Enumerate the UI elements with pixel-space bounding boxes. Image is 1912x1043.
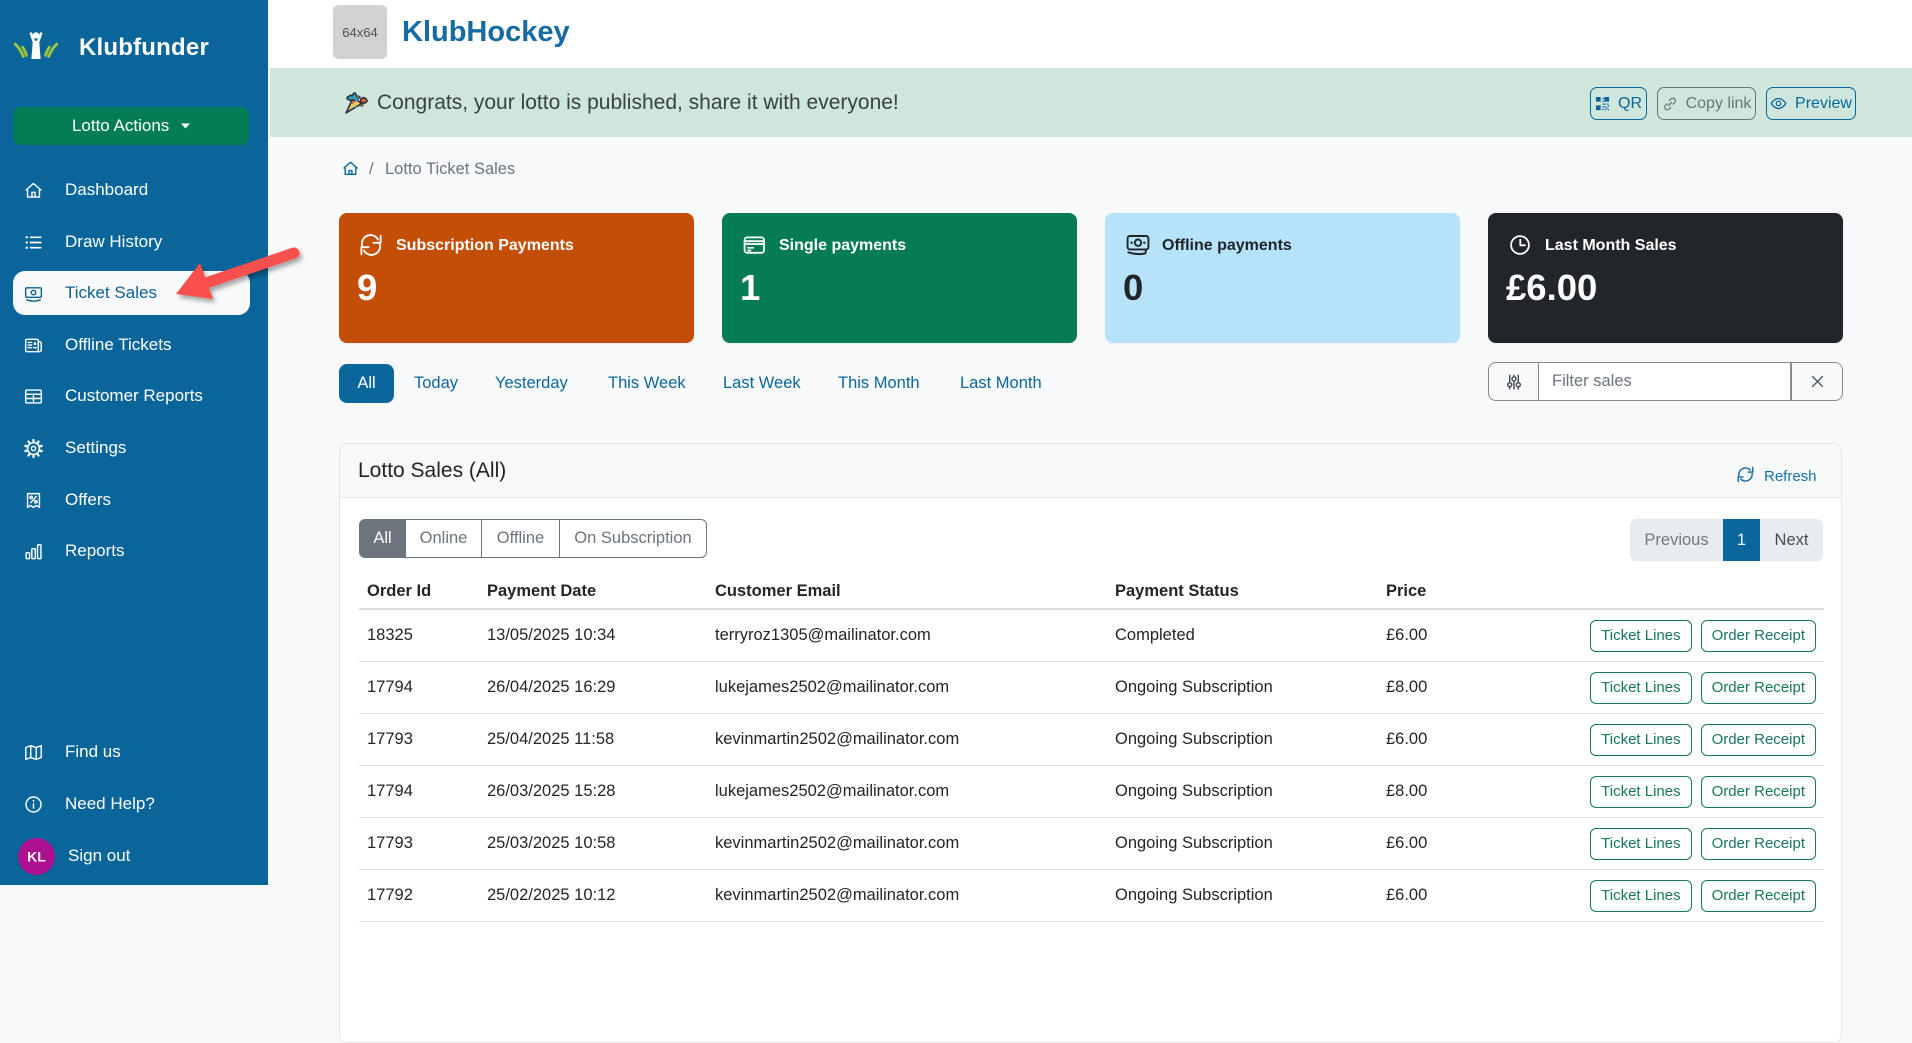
svg-text:KL: KL	[27, 848, 46, 864]
